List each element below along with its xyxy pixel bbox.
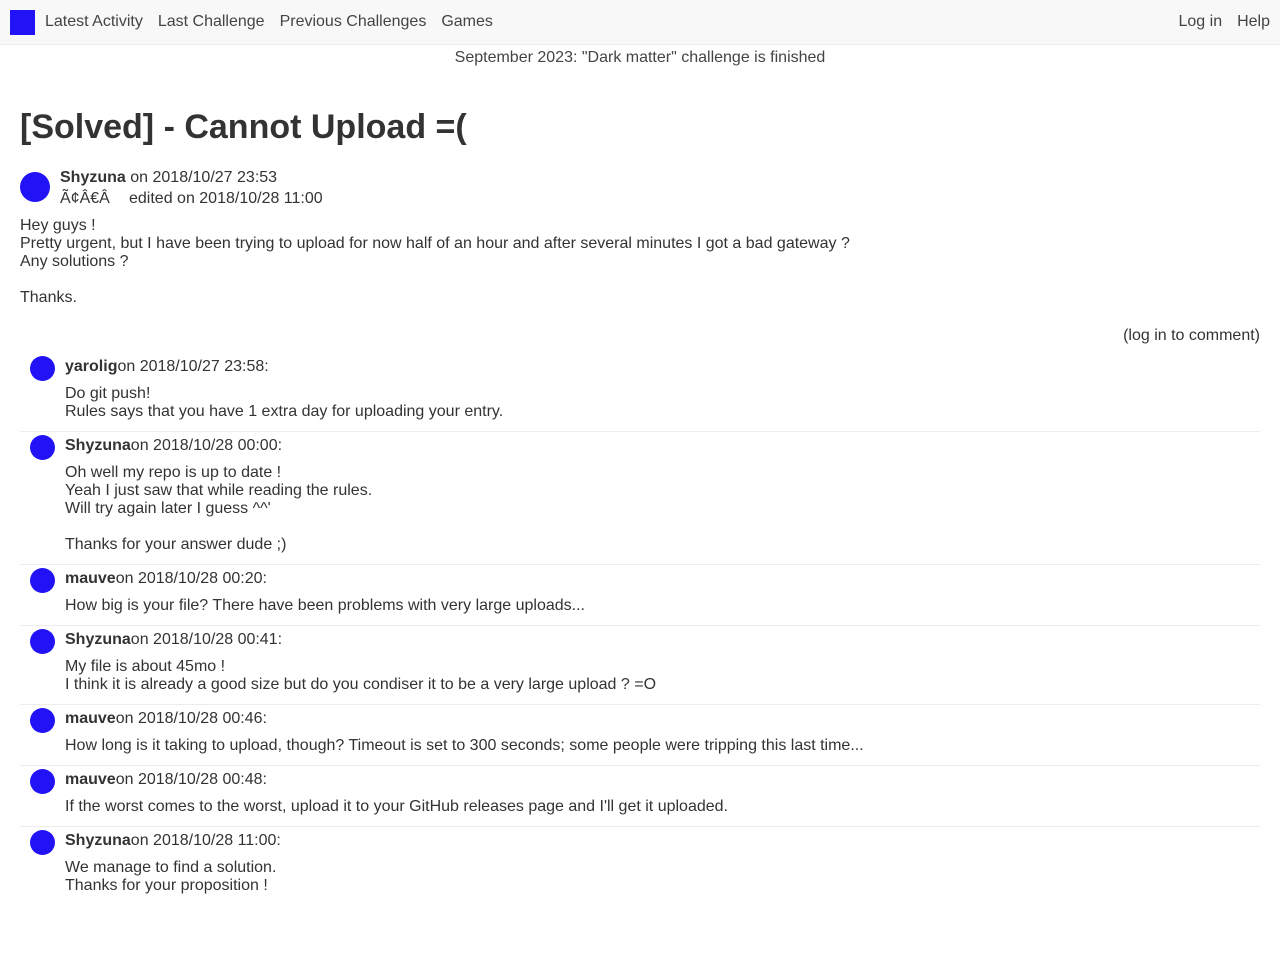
comment-body: My file is about 45mo ! I think it is alr… xyxy=(65,658,1260,694)
post-line: Thanks. xyxy=(20,289,77,306)
nav-previous-challenges[interactable]: Previous Challenges xyxy=(280,13,427,31)
comment: mauveon 2018/10/28 00:46: How long is it … xyxy=(20,705,1260,766)
post-edited-date: edited on 2018/10/28 11:00 xyxy=(129,190,323,207)
nav-help[interactable]: Help xyxy=(1237,13,1270,31)
comment-list: yaroligon 2018/10/27 23:58: Do git push! R… xyxy=(20,353,1260,905)
comment: Shyzunaon 2018/10/28 00:00: Oh well my re… xyxy=(20,432,1260,565)
comment-line: Thanks for your proposition ! xyxy=(65,877,268,894)
post-line: Hey guys ! xyxy=(20,217,96,234)
comment-date: on 2018/10/28 00:20: xyxy=(115,570,267,587)
comment-date: on 2018/10/28 00:48: xyxy=(115,771,267,788)
comment-author-avatar xyxy=(30,568,55,593)
comment-body: Oh well my repo is up to date ! Yeah I ju… xyxy=(65,464,1260,554)
comment: Shyzunaon 2018/10/28 00:41: My file is ab… xyxy=(20,626,1260,705)
comment-line: Rules says that you have 1 extra day for… xyxy=(65,403,504,420)
comment-author-avatar xyxy=(30,435,55,460)
nav-right: Log in Help xyxy=(1164,13,1271,31)
comment-line: If the worst comes to the worst, upload … xyxy=(65,798,728,815)
comment-body: If the worst comes to the worst, upload … xyxy=(65,798,1260,816)
comment-body: How long is it taking to upload, though?… xyxy=(65,737,1260,755)
comment-body: We manage to find a solution. Thanks for … xyxy=(65,859,1260,895)
comment-author-avatar xyxy=(30,629,55,654)
comment-header: Shyzunaon 2018/10/28 11:00: xyxy=(65,832,1260,850)
comment-line: Do git push! xyxy=(65,385,151,402)
post-line: Pretty urgent, but I have been trying to… xyxy=(20,235,850,252)
comment-body: How big is your file? There have been pr… xyxy=(65,597,1260,615)
post-meta: Shyzuna on 2018/10/27 23:53 Ã¢Â€Â edited … xyxy=(60,167,323,209)
comment-header: Shyzunaon 2018/10/28 00:00: xyxy=(65,437,1260,455)
comment-author-avatar xyxy=(30,769,55,794)
nav-games[interactable]: Games xyxy=(441,13,493,31)
post-author-name[interactable]: Shyzuna xyxy=(60,169,126,186)
comment-line: Will try again later I guess ^^' xyxy=(65,500,271,517)
comment-author-name[interactable]: yarolig xyxy=(65,358,117,375)
comment-line: Yeah I just saw that while reading the r… xyxy=(65,482,373,499)
comment-author-name[interactable]: mauve xyxy=(65,710,116,727)
comment-author-avatar xyxy=(30,356,55,381)
post-line: Any solutions ? xyxy=(20,253,129,270)
comment-author-name[interactable]: Shyzuna xyxy=(65,832,131,849)
comment-body: Do git push! Rules says that you have 1 e… xyxy=(65,385,1260,421)
comment-line: My file is about 45mo ! xyxy=(65,658,226,675)
comment-header: Shyzunaon 2018/10/28 00:41: xyxy=(65,631,1260,649)
site-logo[interactable] xyxy=(10,10,35,35)
top-nav-bar: Latest Activity Last Challenge Previous … xyxy=(0,0,1280,45)
comment-date: on 2018/10/28 00:46: xyxy=(115,710,267,727)
comment-line: I think it is already a good size but do… xyxy=(65,676,657,693)
login-to-comment-link[interactable]: (log in to comment) xyxy=(1123,327,1260,345)
comment-header: mauveon 2018/10/28 00:46: xyxy=(65,710,1260,728)
comment-line: Oh well my repo is up to date ! xyxy=(65,464,282,481)
announcement-banner: September 2023: "Dark matter" challenge … xyxy=(454,49,826,66)
comment-header: yaroligon 2018/10/27 23:58: xyxy=(65,358,1260,376)
comment: yaroligon 2018/10/27 23:58: Do git push! R… xyxy=(20,353,1260,432)
comment-author-avatar xyxy=(30,830,55,855)
post-encoding-glitch: Ã¢Â€Â xyxy=(60,190,110,207)
comment-header: mauveon 2018/10/28 00:48: xyxy=(65,771,1260,789)
nav-left: Latest Activity Last Challenge Previous … xyxy=(45,13,508,31)
comment-author-name[interactable]: Shyzuna xyxy=(65,437,131,454)
comment-date: on 2018/10/28 11:00: xyxy=(130,832,281,849)
comment-author-avatar xyxy=(30,708,55,733)
comment-line: We manage to find a solution. xyxy=(65,859,277,876)
comment-author-name[interactable]: mauve xyxy=(65,771,116,788)
post-body: Hey guys ! Pretty urgent, but I have bee… xyxy=(20,217,850,307)
comment-line: Thanks for your answer dude ;) xyxy=(65,536,287,553)
post-author-avatar xyxy=(20,172,50,202)
nav-latest-activity[interactable]: Latest Activity xyxy=(45,13,143,31)
comment-line: How long is it taking to upload, though?… xyxy=(65,737,864,754)
comment-header: mauveon 2018/10/28 00:20: xyxy=(65,570,1260,588)
comment-line: How big is your file? There have been pr… xyxy=(65,597,585,614)
nav-last-challenge[interactable]: Last Challenge xyxy=(158,13,265,31)
comment: mauveon 2018/10/28 00:20: How big is your… xyxy=(20,565,1260,626)
comment: Shyzunaon 2018/10/28 11:00: We manage to … xyxy=(20,827,1260,905)
post-date: on 2018/10/27 23:53 xyxy=(130,169,278,186)
comment-date: on 2018/10/28 00:41: xyxy=(130,631,283,648)
comment-author-name[interactable]: Shyzuna xyxy=(65,631,131,648)
comment-date: on 2018/10/27 23:58: xyxy=(117,358,269,375)
comment-author-name[interactable]: mauve xyxy=(65,570,116,587)
comment-date: on 2018/10/28 00:00: xyxy=(130,437,283,454)
thread-title: [Solved] - Cannot Upload =( xyxy=(20,108,467,146)
comment: mauveon 2018/10/28 00:48: If the worst co… xyxy=(20,766,1260,827)
post-paragraph-gap xyxy=(20,271,850,289)
nav-log-in[interactable]: Log in xyxy=(1179,13,1223,31)
comment-paragraph-gap xyxy=(65,518,1260,536)
